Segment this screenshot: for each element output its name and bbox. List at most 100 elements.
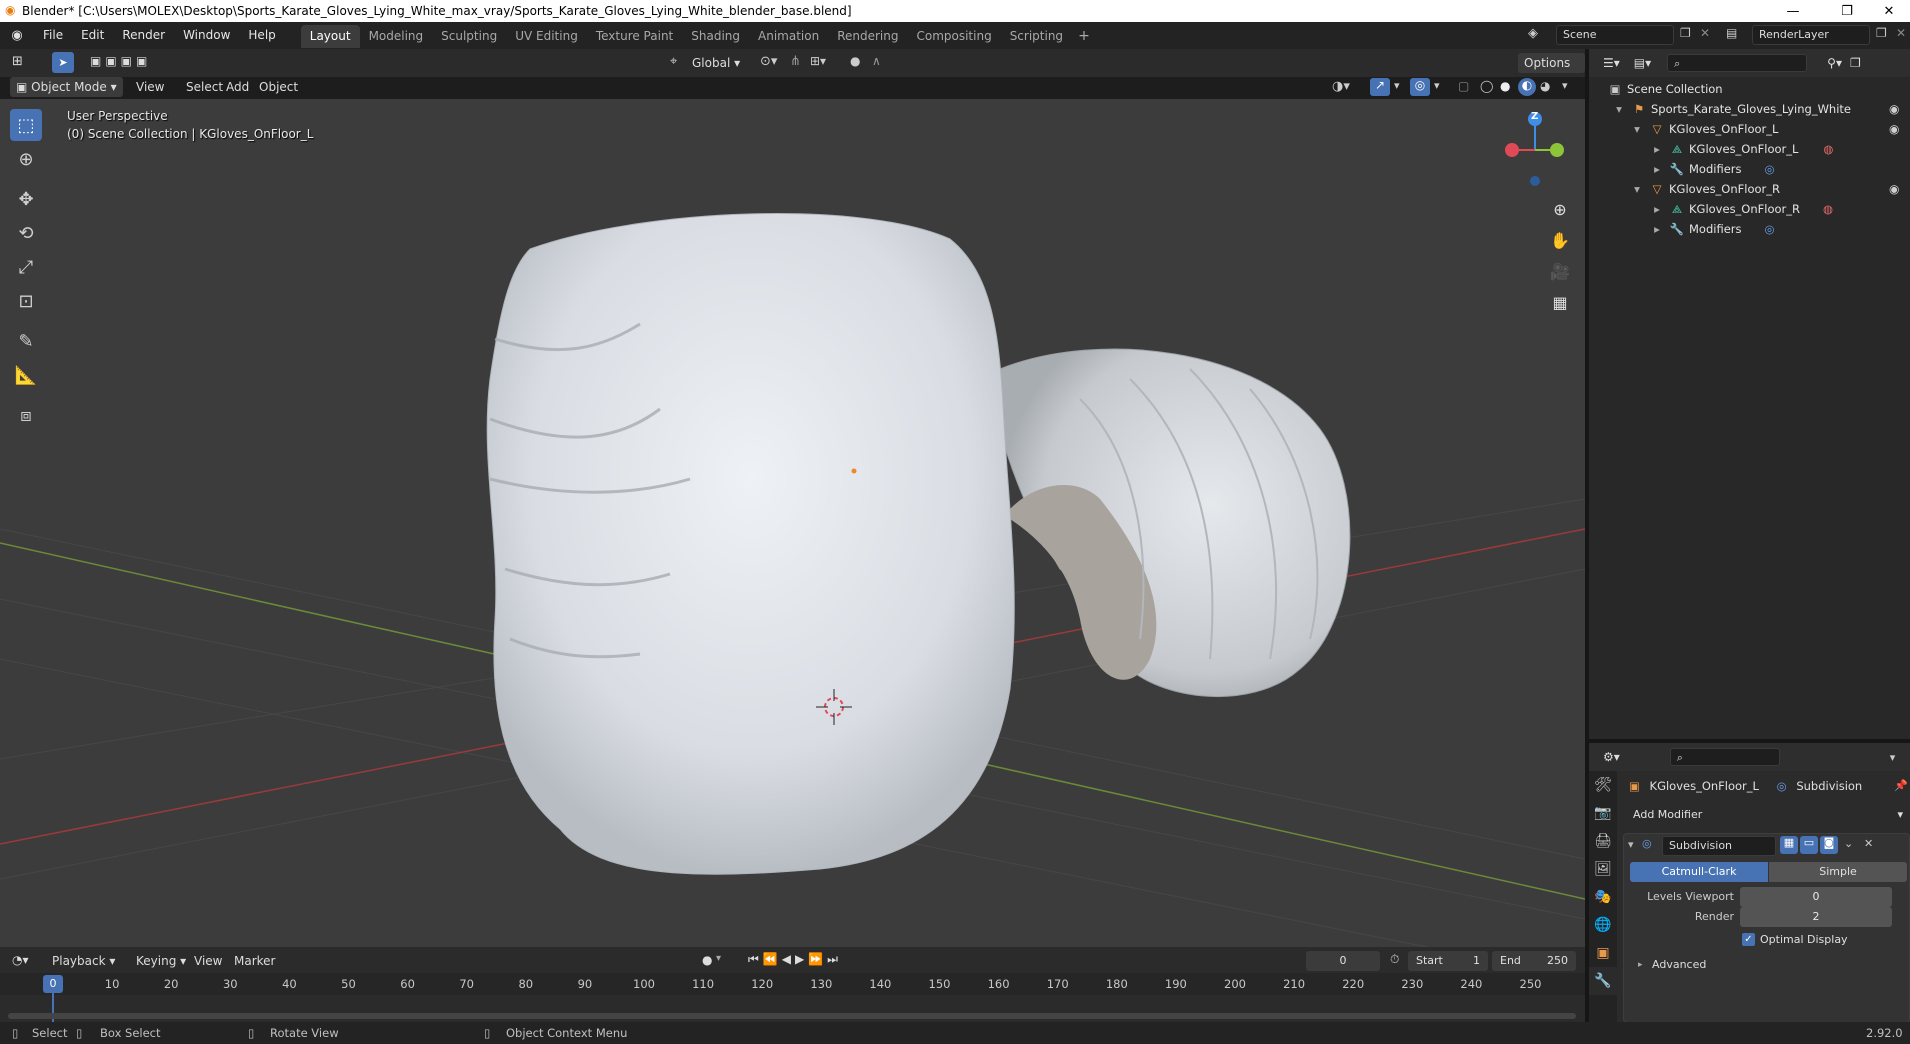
remove-modifier-icon[interactable]: ✕ (1864, 837, 1873, 850)
world-tab-icon[interactable]: 🌐 (1589, 911, 1617, 939)
3d-viewport[interactable]: Z User Perspective (0) Scene Collection … (0, 99, 1585, 947)
material-shading-icon[interactable]: ◐ (1518, 78, 1536, 96)
pivot-point-icon[interactable]: ⊙▾ (760, 54, 777, 69)
snap-target-icon[interactable]: ⊞▾ (810, 54, 826, 68)
maximize-button[interactable]: ❐ (1824, 0, 1870, 22)
rotate-tool-icon[interactable]: ⟲ (10, 217, 42, 249)
viewport-menu-object[interactable]: Object (253, 77, 304, 97)
pan-view-icon[interactable]: ✋ (1545, 225, 1575, 255)
renderlayer-selector-icon[interactable]: ▤ (1726, 26, 1737, 40)
advanced-section-label[interactable]: Advanced (1652, 958, 1706, 971)
orientation-dropdown[interactable]: Global ▾ (686, 53, 746, 73)
mode-dropdown[interactable]: ▣ Object Mode ▾ (10, 77, 123, 97)
outliner-item-object-r[interactable]: ▾ ▽ KGloves_OnFloor_R (1629, 179, 1780, 199)
levels-viewport-field[interactable]: 0 (1740, 887, 1892, 907)
tab-animation[interactable]: Animation (749, 25, 828, 48)
collapse-arrow-icon[interactable]: ▸ (1649, 139, 1665, 159)
new-scene-icon[interactable]: ❐ (1680, 26, 1691, 40)
outliner-item-collection[interactable]: ▾ ⚑ Sports_Karate_Gloves_Lying_White (1611, 99, 1851, 119)
menu-help[interactable]: Help (239, 22, 284, 49)
tab-scripting[interactable]: Scripting (1001, 25, 1072, 48)
outliner-scene-collection[interactable]: ▣ Scene Collection (1607, 79, 1723, 99)
visibility-icon[interactable]: ◑▾ (1332, 79, 1350, 94)
overlay-dropdown-icon[interactable]: ▾ (1434, 79, 1440, 92)
tab-uv-editing[interactable]: UV Editing (506, 25, 587, 48)
tab-rendering[interactable]: Rendering (828, 25, 907, 48)
shading-dropdown-icon[interactable]: ▾ (1562, 79, 1568, 92)
pin-icon[interactable]: 📌 (1894, 779, 1908, 792)
collapse-arrow-icon[interactable]: ▸ (1649, 219, 1665, 239)
outliner-item-mesh-r[interactable]: ▸ ⟁ KGloves_OnFloor_R ◍ (1649, 199, 1840, 219)
playhead-indicator[interactable]: 0 (43, 975, 63, 993)
properties-editor-icon[interactable]: ⚙▾ (1603, 750, 1620, 764)
catmull-clark-button[interactable]: Catmull-Clark (1630, 862, 1768, 882)
tool-tab-icon[interactable]: 🛠 (1589, 771, 1617, 799)
viewport-toggle-icon[interactable]: ▭ (1800, 836, 1818, 854)
measure-tool-icon[interactable]: 📐 (10, 359, 42, 391)
display-mode-icon[interactable]: ▤▾ (1634, 56, 1651, 70)
scene-selector-icon[interactable]: ◈ (1528, 26, 1538, 41)
select-box-tool-icon[interactable]: ⬚ (10, 109, 42, 141)
proportional-edit-icon[interactable]: ● (850, 54, 860, 68)
blender-menu-icon[interactable]: ◉ (0, 28, 34, 43)
select-mode-icons[interactable]: ▣▣▣▣ (90, 54, 151, 68)
properties-search-input[interactable]: ⌕ (1669, 748, 1780, 766)
render-tab-icon[interactable]: 📷 (1589, 799, 1617, 827)
outliner-editor-icon[interactable]: ☰▾ (1603, 56, 1620, 70)
expand-arrow-icon[interactable]: ▾ (1629, 179, 1645, 199)
scene-field[interactable]: Scene (1556, 25, 1674, 45)
menu-window[interactable]: Window (174, 22, 239, 49)
scale-tool-icon[interactable]: ⤢ (10, 251, 42, 283)
modifier-menu-icon[interactable]: ⌄ (1844, 837, 1853, 850)
rendered-shading-icon[interactable]: ◕ (1540, 79, 1550, 93)
solid-shading-icon[interactable]: ● (1500, 79, 1510, 93)
viewport-menu-view[interactable]: View (130, 77, 170, 97)
render-levels-field[interactable]: 2 (1740, 907, 1892, 927)
snap-icon[interactable]: ⋔ (790, 54, 801, 69)
overlay-toggle-icon[interactable]: ◎ (1410, 78, 1430, 96)
delete-renderlayer-icon[interactable]: ✕ (1896, 26, 1906, 40)
object-tab-icon[interactable]: ▣ (1589, 939, 1617, 967)
xray-icon[interactable]: ▢ (1458, 79, 1469, 93)
output-tab-icon[interactable]: 🖨 (1589, 827, 1617, 855)
tab-layout[interactable]: Layout (300, 25, 360, 48)
new-collection-icon[interactable]: ❐ (1850, 56, 1861, 70)
transform-tool-icon[interactable]: ⊡ (10, 285, 42, 317)
outliner-search-input[interactable]: ⌕ (1667, 54, 1808, 72)
gizmo-dropdown-icon[interactable]: ▾ (1394, 79, 1400, 92)
outliner-item-object-l[interactable]: ▾ ▽ KGloves_OnFloor_L (1629, 119, 1778, 139)
editor-type-icon[interactable]: ⊞ (12, 54, 23, 69)
collapse-arrow-icon[interactable]: ▸ (1649, 159, 1665, 179)
navigation-gizmo[interactable] (1505, 112, 1564, 186)
add-workspace-icon[interactable]: + (1078, 28, 1090, 44)
tab-sculpting[interactable]: Sculpting (432, 25, 506, 48)
scene-tab-icon[interactable]: 🎭 (1589, 883, 1617, 911)
collapse-arrow-icon[interactable]: ▸ (1649, 199, 1665, 219)
camera-view-icon[interactable]: 🎥 (1545, 256, 1575, 286)
menu-file[interactable]: File (34, 22, 72, 49)
annotate-tool-icon[interactable]: ✎ (10, 325, 42, 357)
wireframe-shading-icon[interactable]: ◯ (1480, 79, 1493, 93)
gizmo-toggle-icon[interactable]: ↗ (1370, 78, 1390, 96)
edit-mode-toggle-icon[interactable]: ▦ (1780, 836, 1798, 854)
tab-shading[interactable]: Shading (682, 25, 749, 48)
outliner-item-modifiers-r[interactable]: ▸ 🔧 Modifiers ◎ (1649, 219, 1782, 239)
expand-arrow-icon[interactable]: ▾ (1611, 99, 1627, 119)
cursor-tool-icon[interactable]: ⊕ (10, 143, 42, 175)
collapse-arrow-icon[interactable]: ▸ (1638, 960, 1643, 970)
visibility-eye-icon[interactable]: ◉ (1889, 122, 1899, 136)
expand-arrow-icon[interactable]: ▾ (1629, 119, 1645, 139)
viewport-menu-add[interactable]: Add (220, 77, 255, 97)
minimize-button[interactable]: — (1770, 0, 1816, 22)
falloff-icon[interactable]: ∧ (872, 54, 881, 68)
modifier-name-field[interactable]: Subdivision (1662, 836, 1776, 856)
filter-icon[interactable]: ⚲▾ (1827, 56, 1842, 70)
visibility-eye-icon[interactable]: ◉ (1889, 102, 1899, 116)
add-cube-tool-icon[interactable]: ⧈ (10, 399, 42, 431)
outliner-item-modifiers-l[interactable]: ▸ 🔧 Modifiers ◎ (1649, 159, 1782, 179)
menu-edit[interactable]: Edit (72, 22, 113, 49)
tab-compositing[interactable]: Compositing (907, 25, 1000, 48)
simple-button[interactable]: Simple (1769, 862, 1907, 882)
outliner-item-mesh-l[interactable]: ▸ ⟁ KGloves_OnFloor_L ◍ (1649, 139, 1840, 159)
visibility-eye-icon[interactable]: ◉ (1889, 182, 1899, 196)
